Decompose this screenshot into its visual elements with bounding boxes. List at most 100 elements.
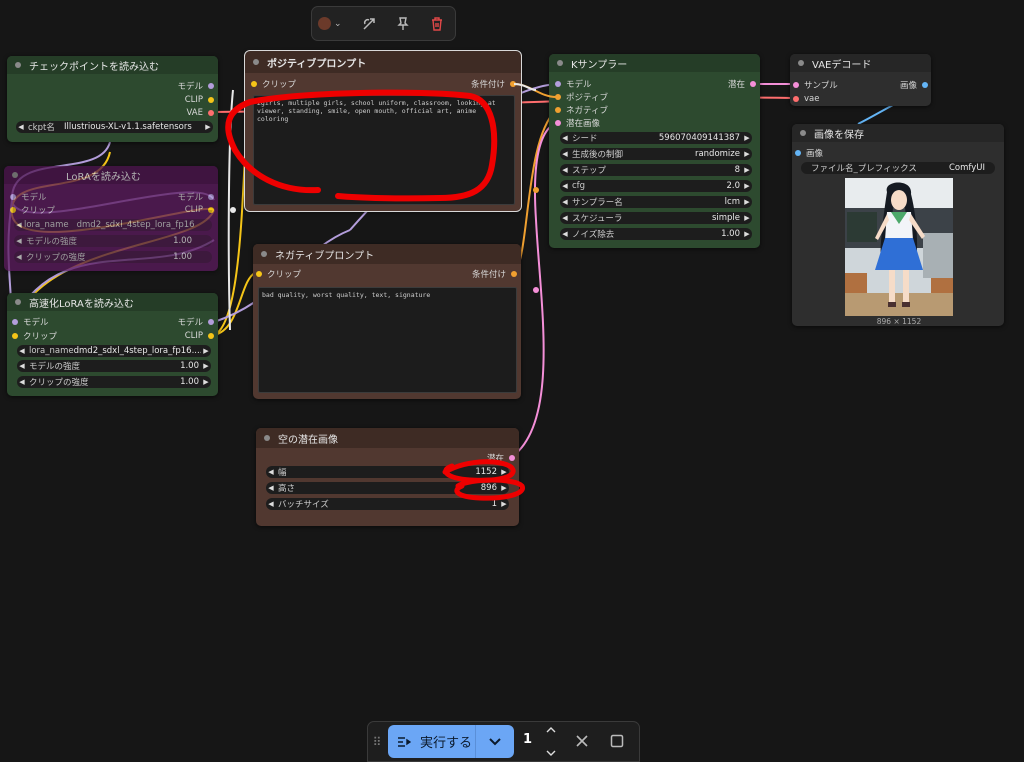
input-samples[interactable]: サンプル: [793, 79, 838, 91]
batch-size-widget[interactable]: ◀ バッチサイズ 1 ▶: [266, 498, 509, 510]
arrow-right-icon[interactable]: ▶: [742, 182, 752, 190]
input-clip[interactable]: クリップ: [10, 204, 55, 216]
slot-dot-icon[interactable]: [256, 271, 262, 277]
model-strength-slider[interactable]: ◀ モデルの強度 1.00: [14, 235, 212, 247]
output-clip[interactable]: CLIP: [185, 94, 214, 106]
negative-prompt-textarea[interactable]: bad quality, worst quality, text, signat…: [258, 287, 517, 393]
empty-latent-image-node[interactable]: 空の潜在画像 潜在 ◀ 幅 1152 ▶ ◀ 高さ 896 ▶ ◀ バッチサイズ 1 ▶: [256, 428, 519, 526]
slot-dot-icon[interactable]: [208, 110, 214, 116]
node-header[interactable]: ネガティブプロンプト: [253, 244, 521, 264]
input-images[interactable]: 画像: [795, 147, 823, 159]
input-clip[interactable]: クリップ: [256, 268, 301, 280]
slot-dot-icon[interactable]: [208, 97, 214, 103]
steps-widget[interactable]: ◀ ステップ 8 ▶: [560, 164, 752, 176]
output-vae[interactable]: VAE: [187, 107, 214, 119]
clear-queue-button[interactable]: [572, 731, 592, 751]
lora-loader-bypassed-node[interactable]: LoRAを読み込む モデル クリップ モデル CLIP ◀ lora_name dm…: [4, 166, 218, 271]
seed-widget[interactable]: ◀ シード 596070409141387 ▶: [560, 132, 752, 144]
arrow-right-icon[interactable]: ▶: [742, 134, 752, 142]
node-header[interactable]: VAEデコード: [790, 54, 931, 72]
output-model[interactable]: モデル: [177, 80, 214, 92]
chevron-up-icon[interactable]: [546, 726, 556, 734]
slot-dot-icon[interactable]: [208, 333, 214, 339]
node-header[interactable]: チェックポイントを読み込む: [7, 56, 218, 74]
ksampler-node[interactable]: Kサンプラー モデル ポジティブ ネガティブ 潜在画像 潜在 ◀ シード 59607…: [549, 54, 760, 248]
slot-dot-icon[interactable]: [795, 150, 801, 156]
denoise-widget[interactable]: ◀ ノイズ除去 1.00 ▶: [560, 228, 752, 240]
width-number-widget[interactable]: ◀ 幅 1152 ▶: [266, 466, 509, 478]
slot-dot-icon[interactable]: [208, 207, 214, 213]
collapse-dot-icon[interactable]: [557, 60, 563, 66]
node-header[interactable]: Kサンプラー: [549, 54, 760, 72]
slot-dot-icon[interactable]: [511, 271, 517, 277]
collapse-dot-icon[interactable]: [15, 62, 21, 68]
slot-dot-icon[interactable]: [10, 194, 16, 200]
arrow-right-icon[interactable]: ▶: [201, 378, 211, 386]
run-mode-dropdown[interactable]: [475, 725, 514, 758]
output-latent[interactable]: 潜在: [728, 78, 756, 90]
drag-handle-icon[interactable]: ⠿: [368, 735, 386, 749]
slot-dot-icon[interactable]: [509, 455, 515, 461]
slot-dot-icon[interactable]: [208, 319, 214, 325]
output-image[interactable]: 画像: [900, 79, 928, 91]
arrow-left-icon[interactable]: ◀: [266, 500, 276, 508]
generated-image-preview[interactable]: [845, 178, 953, 316]
node-header[interactable]: 画像を保存: [792, 124, 1004, 142]
collapse-dot-icon[interactable]: [798, 60, 804, 66]
pin-button[interactable]: [388, 11, 418, 37]
collapse-dot-icon[interactable]: [15, 299, 21, 305]
batch-count-input[interactable]: 1: [523, 732, 532, 747]
filename-prefix-field[interactable]: ファイル名_プレフィックス ComfyUI: [801, 162, 995, 174]
output-clip[interactable]: CLIP: [185, 204, 214, 216]
slot-dot-icon[interactable]: [555, 107, 561, 113]
scheduler-combo[interactable]: ◀ スケジューラ simple ▶: [560, 212, 752, 224]
input-positive[interactable]: ポジティブ: [555, 91, 608, 103]
chevron-down-icon[interactable]: ⌄: [334, 19, 342, 29]
output-conditioning[interactable]: 条件付け: [471, 78, 516, 90]
batch-count-stepper[interactable]: [543, 726, 559, 757]
arrow-right-icon[interactable]: ▶: [499, 468, 509, 476]
input-model[interactable]: モデル: [12, 316, 49, 328]
node-color-picker[interactable]: ⌄: [318, 13, 350, 35]
arrow-left-icon[interactable]: ◀: [560, 198, 570, 206]
input-vae[interactable]: vae: [793, 93, 819, 105]
stop-button[interactable]: [608, 732, 626, 750]
node-header[interactable]: ポジティブプロンプト: [245, 51, 521, 73]
arrow-left-icon[interactable]: ◀: [14, 221, 24, 229]
slot-dot-icon[interactable]: [793, 82, 799, 88]
slot-dot-icon[interactable]: [555, 81, 561, 87]
height-number-widget[interactable]: ◀ 高さ 896 ▶: [266, 482, 509, 494]
slot-dot-icon[interactable]: [12, 333, 18, 339]
delete-button[interactable]: [422, 11, 452, 37]
input-latent[interactable]: 潜在画像: [555, 117, 600, 129]
clip-strength-slider[interactable]: ◀ クリップの強度 1.00 ▶: [17, 376, 211, 388]
cfg-widget[interactable]: ◀ cfg 2.0 ▶: [560, 180, 752, 192]
node-header[interactable]: 高速化LoRAを読み込む: [7, 293, 218, 311]
run-main-button[interactable]: 実行する: [388, 725, 472, 758]
checkpoint-loader-node[interactable]: チェックポイントを読み込む モデル CLIP VAE ◀ ckpt名 Illus…: [7, 56, 218, 142]
node-graph-canvas[interactable]: チェックポイントを読み込む モデル CLIP VAE ◀ ckpt名 Illus…: [0, 0, 1024, 762]
arrow-left-icon[interactable]: ◀: [560, 134, 570, 142]
arrow-right-icon[interactable]: ▶: [742, 214, 752, 222]
color-swatch-icon[interactable]: [318, 17, 331, 30]
control-after-generate-combo[interactable]: ◀ 生成後の制御 randomize ▶: [560, 148, 752, 160]
slot-dot-icon[interactable]: [12, 319, 18, 325]
output-model[interactable]: モデル: [177, 316, 214, 328]
output-latent[interactable]: 潜在: [487, 452, 515, 464]
slot-dot-icon[interactable]: [10, 207, 16, 213]
arrow-left-icon[interactable]: ◀: [560, 150, 570, 158]
arrow-right-icon[interactable]: ▶: [203, 123, 213, 131]
slot-dot-icon[interactable]: [793, 96, 799, 102]
arrow-right-icon[interactable]: ▶: [499, 500, 509, 508]
slot-dot-icon[interactable]: [208, 83, 214, 89]
arrow-right-icon[interactable]: ▶: [742, 150, 752, 158]
positive-prompt-textarea[interactable]: 2girls, multiple girls, school uniform, …: [253, 95, 515, 205]
positive-prompt-node[interactable]: ポジティブプロンプト クリップ 条件付け 2girls, multiple gi…: [244, 50, 522, 212]
arrow-right-icon[interactable]: ▶: [201, 347, 211, 355]
arrow-left-icon[interactable]: ◀: [560, 230, 570, 238]
ckpt-name-combo[interactable]: ◀ ckpt名 Illustrious-XL-v1.1.safetensors …: [16, 121, 213, 133]
arrow-right-icon[interactable]: ▶: [201, 362, 211, 370]
arrow-left-icon[interactable]: ◀: [17, 362, 27, 370]
arrow-left-icon[interactable]: ◀: [560, 182, 570, 190]
node-header[interactable]: LoRAを読み込む: [4, 166, 218, 184]
